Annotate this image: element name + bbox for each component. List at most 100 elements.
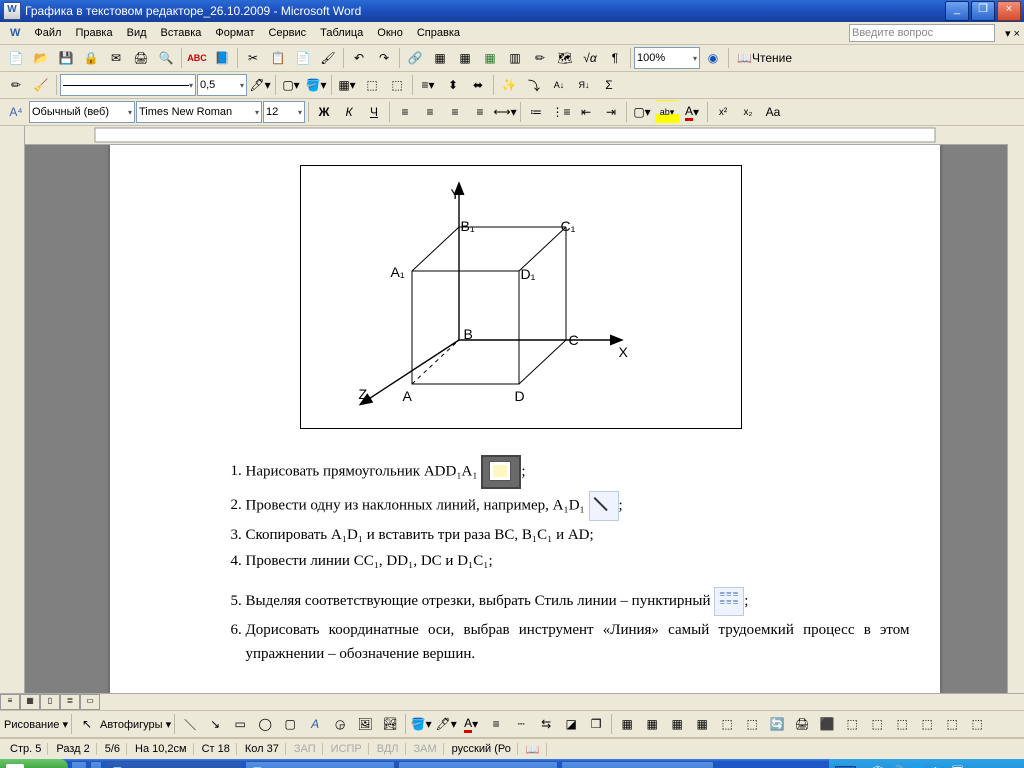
close-button[interactable]: × xyxy=(997,1,1021,21)
textbox-icon[interactable]: ▢ xyxy=(278,712,302,736)
line-color-icon[interactable]: 🖊▾ xyxy=(434,712,458,736)
autosum-icon[interactable]: Σ xyxy=(597,73,621,97)
task-folder[interactable]: 📁 ОТКРЫТЫЕ УРОКИ к ат... xyxy=(398,761,558,768)
vertical-scrollbar[interactable] xyxy=(1007,144,1024,693)
numbering-icon[interactable]: ≔ xyxy=(524,100,548,124)
align-center-icon[interactable]: ≡ xyxy=(418,100,442,124)
border-color-icon[interactable]: 🖊▾ xyxy=(248,73,272,97)
zoom-combo[interactable]: 100%▾ xyxy=(634,47,700,69)
extra13-icon[interactable]: ⬚ xyxy=(915,712,939,736)
underline-icon[interactable]: Ч xyxy=(362,100,386,124)
view-normal-icon[interactable]: ≡ xyxy=(0,694,20,710)
bold-icon[interactable]: Ж xyxy=(312,100,336,124)
extra6-icon[interactable]: ⬚ xyxy=(740,712,764,736)
vertical-ruler[interactable] xyxy=(0,126,25,693)
page[interactable]: Y X Z A D B C A₁ D₁ B₁ C₁ Нарисовать пря… xyxy=(110,145,940,693)
extra5-icon[interactable]: ⬚ xyxy=(715,712,739,736)
menu-chevron-icon[interactable]: ▾ × xyxy=(1001,27,1024,40)
save-icon[interactable]: 💾 xyxy=(54,46,78,70)
shadow-icon[interactable]: ◪ xyxy=(559,712,583,736)
char-case-icon[interactable]: Aa xyxy=(761,100,785,124)
line-icon[interactable]: ＼ xyxy=(178,712,202,736)
arrow-style-icon[interactable]: ⇆ xyxy=(534,712,558,736)
format-painter-icon[interactable]: 🖌 xyxy=(316,46,340,70)
align-cells-icon[interactable]: ≡▾ xyxy=(416,73,440,97)
select-objects-icon[interactable]: ↖ xyxy=(75,712,99,736)
distribute-cols-icon[interactable]: ⬌ xyxy=(466,73,490,97)
increase-indent-icon[interactable]: ⇥ xyxy=(599,100,623,124)
paste-icon[interactable]: 📄 xyxy=(291,46,315,70)
merge-cells-icon[interactable]: ⬚ xyxy=(360,73,384,97)
sort-desc-icon[interactable]: Я↓ xyxy=(572,73,596,97)
tables-borders-icon[interactable]: ▦ xyxy=(428,46,452,70)
rectangle-icon[interactable]: ▭ xyxy=(228,712,252,736)
menu-format[interactable]: Формат xyxy=(209,25,260,41)
permission-icon[interactable]: 🔒 xyxy=(79,46,103,70)
eraser-icon[interactable]: 🧹 xyxy=(29,73,53,97)
menu-edit[interactable]: Правка xyxy=(69,25,118,41)
mail-icon[interactable]: ✉ xyxy=(104,46,128,70)
line-style-combo[interactable]: ▾ xyxy=(60,74,196,96)
preview-icon[interactable]: 🔍 xyxy=(154,46,178,70)
split-cells-icon[interactable]: ⬚ xyxy=(385,73,409,97)
autoshapes-menu[interactable]: Автофигуры ▾ xyxy=(100,718,171,731)
extra11-icon[interactable]: ⬚ xyxy=(865,712,889,736)
status-ext[interactable]: ВДЛ xyxy=(371,743,406,755)
view-outline-icon[interactable]: ≣ xyxy=(60,694,80,710)
menu-tools[interactable]: Сервис xyxy=(262,25,312,41)
horizontal-ruler[interactable] xyxy=(25,126,1024,145)
styles-pane-icon[interactable]: A⁴ xyxy=(4,100,28,124)
extra14-icon[interactable]: ⬚ xyxy=(940,712,964,736)
status-book-icon[interactable]: 📖 xyxy=(520,743,547,756)
status-trk[interactable]: ИСПР xyxy=(325,743,369,755)
quicklaunch[interactable]: ◧ xyxy=(71,761,87,768)
new-doc-icon[interactable]: 📄 xyxy=(4,46,28,70)
reading-button[interactable]: 📖 Чтение xyxy=(732,46,797,70)
insert-table-btn-icon[interactable]: ▦▾ xyxy=(335,73,359,97)
task-word-2[interactable]: 📄 Рисование в документ... xyxy=(245,761,396,768)
superscript-icon[interactable]: x² xyxy=(711,100,735,124)
wordart-icon[interactable]: A xyxy=(303,712,327,736)
extra9-icon[interactable]: ⬛ xyxy=(815,712,839,736)
view-web-icon[interactable]: ▦ xyxy=(20,694,40,710)
extra15-icon[interactable]: ⬚ xyxy=(965,712,989,736)
columns-icon[interactable]: ▥ xyxy=(503,46,527,70)
extra8-icon[interactable]: 🖨 xyxy=(790,712,814,736)
menu-insert[interactable]: Вставка xyxy=(155,25,208,41)
line-width-icon[interactable]: ≡ xyxy=(484,712,508,736)
extra2-icon[interactable]: ▦ xyxy=(640,712,664,736)
horizontal-scrollbar[interactable]: ≡ ▦ ▯ ≣ ▭ xyxy=(0,693,1024,710)
body-text[interactable]: Нарисовать прямоугольник ADD₁A₁ ; Провес… xyxy=(210,455,910,668)
undo-icon[interactable]: ↶ xyxy=(347,46,371,70)
print-icon[interactable]: 🖨 xyxy=(129,46,153,70)
picture-icon[interactable]: 🏞 xyxy=(378,712,402,736)
extra3-icon[interactable]: ▦ xyxy=(665,712,689,736)
line-weight-combo[interactable]: 0,5▾ xyxy=(197,74,247,96)
font-color-draw-icon[interactable]: A▾ xyxy=(459,712,483,736)
italic-icon[interactable]: К xyxy=(337,100,361,124)
decrease-indent-icon[interactable]: ⇤ xyxy=(574,100,598,124)
3d-icon[interactable]: ❒ xyxy=(584,712,608,736)
autoformat-icon[interactable]: ✨ xyxy=(497,73,521,97)
bullets-icon[interactable]: ⋮≡ xyxy=(549,100,573,124)
align-right-icon[interactable]: ≡ xyxy=(443,100,467,124)
distribute-rows-icon[interactable]: ⬍ xyxy=(441,73,465,97)
borders-icon[interactable]: ▢▾ xyxy=(630,100,654,124)
font-color-icon[interactable]: A▾ xyxy=(680,100,704,124)
size-combo[interactable]: 12▾ xyxy=(263,101,305,123)
dashes-icon[interactable]: ┄ xyxy=(509,712,533,736)
status-ovr[interactable]: ЗАМ xyxy=(408,743,444,755)
subscript-icon[interactable]: x₂ xyxy=(736,100,760,124)
insert-table-icon[interactable]: ▦ xyxy=(453,46,477,70)
view-print-icon[interactable]: ▯ xyxy=(40,694,60,710)
extra10-icon[interactable]: ⬚ xyxy=(840,712,864,736)
docmap-icon[interactable]: 🗺 xyxy=(553,46,577,70)
copy-icon[interactable]: 📋 xyxy=(266,46,290,70)
task-mail-agent[interactable]: ✉ Mail.Ru Агент (2 вкладки) xyxy=(561,761,713,768)
text-direction-icon[interactable]: ⤵ xyxy=(522,73,546,97)
drawing-menu[interactable]: Рисование ▾ xyxy=(4,718,68,731)
shading-icon[interactable]: 🪣▾ xyxy=(304,73,328,97)
extra12-icon[interactable]: ⬚ xyxy=(890,712,914,736)
show-hide-icon[interactable]: ¶ xyxy=(603,46,627,70)
status-rec[interactable]: ЗАП xyxy=(288,743,323,755)
